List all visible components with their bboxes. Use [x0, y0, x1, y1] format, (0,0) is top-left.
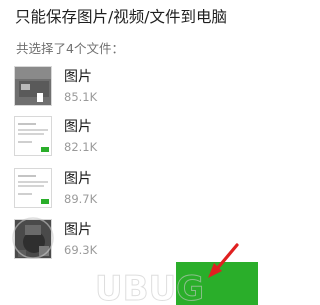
file-item: 图片 82.1K — [14, 116, 214, 158]
file-name: 图片 — [64, 119, 92, 135]
file-thumbnail — [14, 168, 52, 208]
file-thumbnail — [14, 219, 52, 259]
file-size: 82.1K — [64, 140, 98, 154]
file-name: 图片 — [64, 69, 92, 85]
file-item: 图片 89.7K — [14, 168, 214, 210]
red-arrow-icon — [208, 243, 239, 278]
file-name: 图片 — [64, 222, 92, 238]
file-name: 图片 — [64, 171, 92, 187]
file-size: 85.1K — [64, 90, 98, 104]
file-item: 图片 85.1K — [14, 66, 214, 108]
file-thumbnail — [14, 66, 52, 106]
file-item: 图片 69.3K — [14, 219, 214, 261]
dialog-title: 只能保存图片/视频/文件到电脑 — [15, 8, 227, 26]
file-size: 89.7K — [64, 192, 98, 206]
selection-summary: 共选择了4个文件： — [16, 41, 124, 56]
file-size: 69.3K — [64, 243, 98, 257]
file-thumbnail — [14, 116, 52, 156]
